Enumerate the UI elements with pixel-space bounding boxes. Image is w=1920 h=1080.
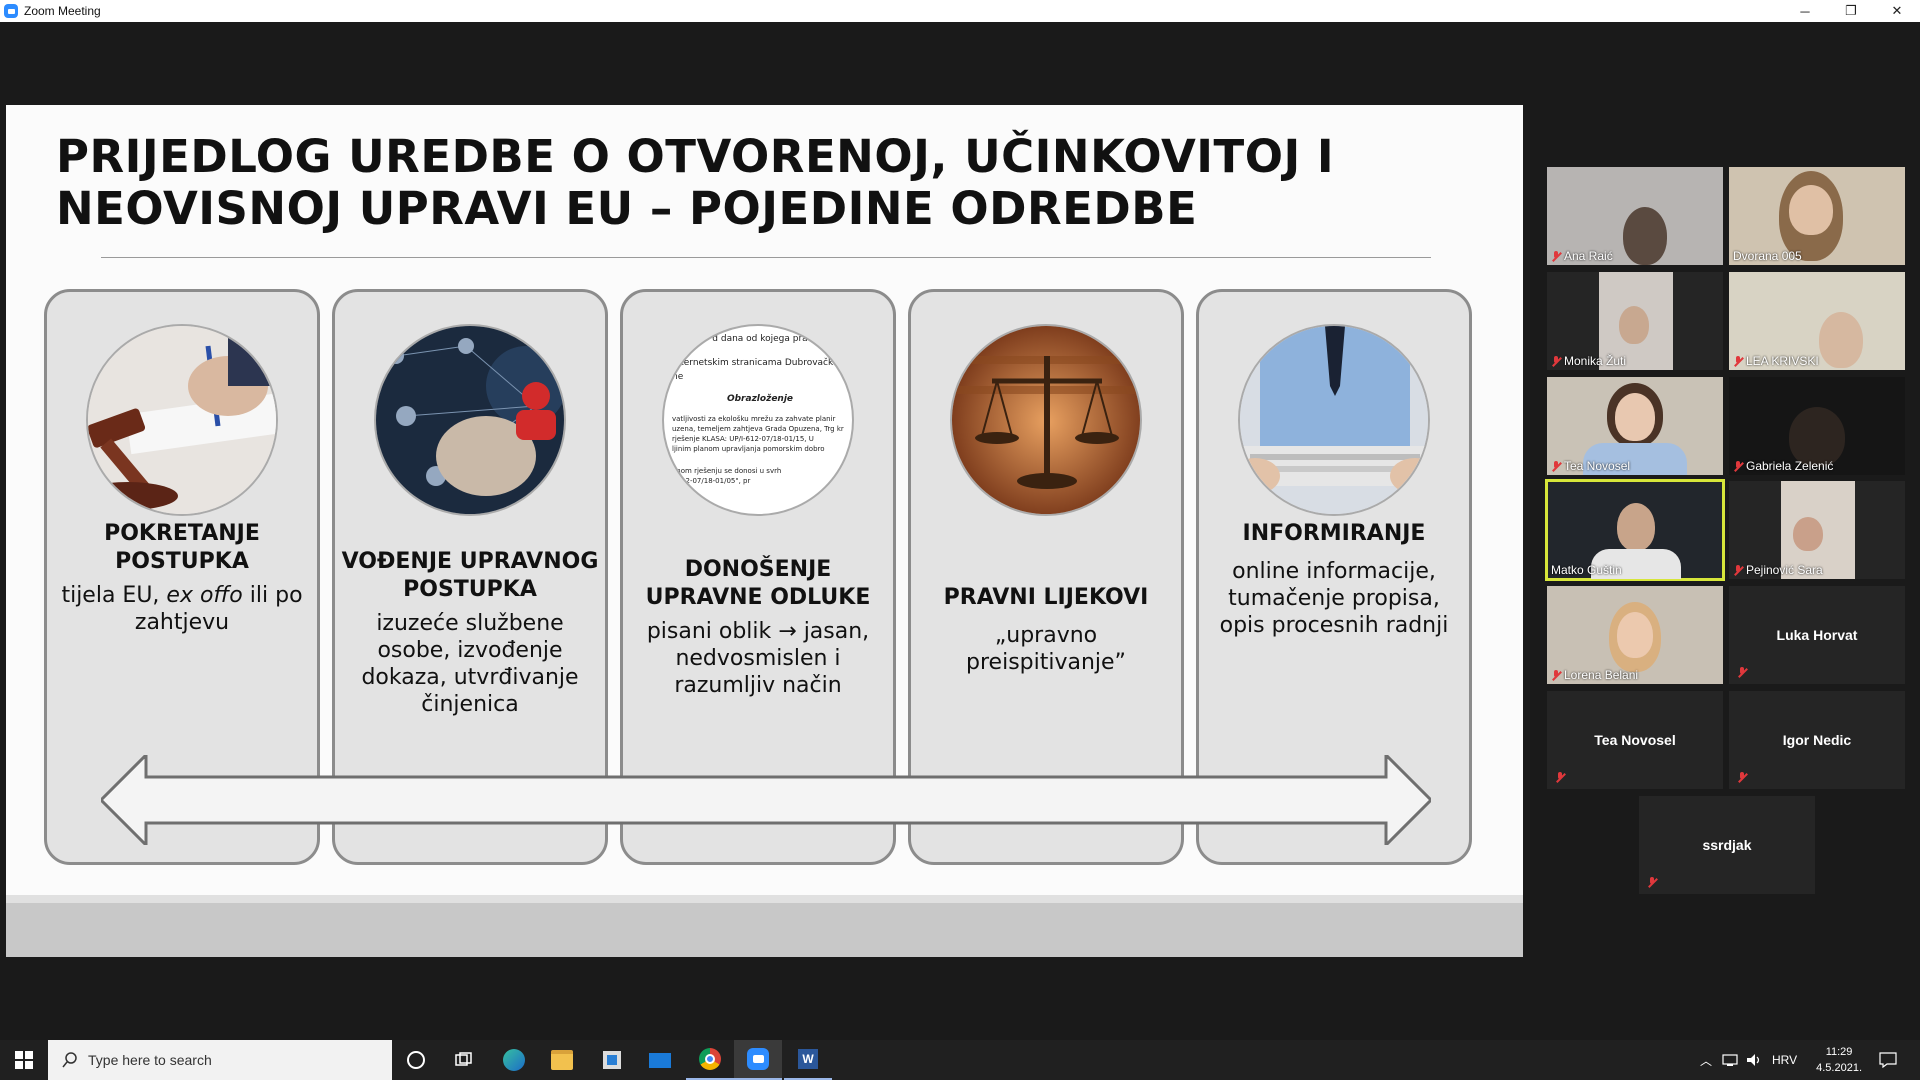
panel-text: online informacije, tumačenje propisa, o… xyxy=(1219,559,1449,638)
participant-tile[interactable]: Ana Raić xyxy=(1547,167,1723,265)
taskbar-search-box[interactable]: Type here to search xyxy=(48,1040,392,1080)
chrome-icon[interactable] xyxy=(686,1040,734,1080)
panel-heading: POKRETANJE POSTUPKA xyxy=(104,521,260,574)
mic-muted-icon xyxy=(1551,250,1561,262)
file-explorer-icon[interactable] xyxy=(538,1040,586,1080)
start-button[interactable] xyxy=(0,1040,48,1080)
mic-muted-icon xyxy=(1733,460,1743,472)
mic-muted-icon xyxy=(1551,355,1561,367)
gavel-signing-image xyxy=(86,324,278,516)
task-view-icon[interactable] xyxy=(440,1040,488,1080)
panel-text: izuzeće službene osobe, izvođenje dokaza… xyxy=(361,611,579,717)
edge-icon[interactable] xyxy=(490,1040,538,1080)
shared-screen: PRIJEDLOG UREDBE O OTVORENOJ, UČINKOVITO… xyxy=(6,105,1523,957)
mic-muted-icon xyxy=(1733,564,1743,576)
slide-title-line-1: PRIJEDLOG UREDBE O OTVORENOJ, UČINKOVITO… xyxy=(56,130,1335,183)
documents-handover-image xyxy=(1238,324,1430,516)
search-icon xyxy=(62,1052,77,1068)
zoom-logo-icon xyxy=(4,4,18,18)
panel-text: tijela EU, ex offo ili po zahtjevu xyxy=(61,583,303,635)
panel-heading: VOĐENJE UPRAVNOG POSTUPKA xyxy=(341,549,599,602)
participant-tile[interactable]: ssrdjak xyxy=(1639,796,1815,894)
clock-time: 11:29 xyxy=(1825,1046,1853,1058)
slide-title: PRIJEDLOG UREDBE O OTVORENOJ, UČINKOVITO… xyxy=(56,131,1356,235)
search-placeholder: Type here to search xyxy=(88,1052,212,1068)
mail-icon[interactable] xyxy=(636,1040,684,1080)
participant-tile-active-speaker[interactable]: Matko Guštin xyxy=(1545,479,1725,581)
network-people-image xyxy=(374,324,566,516)
clock-date: 4.5.2021. xyxy=(1816,1062,1862,1074)
double-arrow-graphic xyxy=(101,755,1431,845)
windows-taskbar: Type here to search W ︿ HRV 11:29 4.5.20… xyxy=(0,1040,1920,1080)
participant-tile[interactable]: Pejinović Sara xyxy=(1729,481,1905,579)
microsoft-store-icon[interactable] xyxy=(588,1040,636,1080)
mic-muted-icon xyxy=(1737,772,1747,783)
windows-logo-icon xyxy=(15,1051,33,1069)
panel-text: „upravno preispitivanje” xyxy=(966,623,1126,675)
notifications-icon[interactable] xyxy=(1864,1040,1912,1080)
participant-tile[interactable]: Monika Žuti xyxy=(1547,272,1723,370)
word-icon[interactable]: W xyxy=(784,1040,832,1080)
system-tray: ︿ HRV xyxy=(1700,1040,1797,1080)
mic-muted-icon xyxy=(1551,669,1561,681)
minimize-button[interactable]: ─ xyxy=(1782,0,1828,22)
network-icon[interactable] xyxy=(1722,1053,1738,1067)
speaker-icon[interactable] xyxy=(1746,1053,1762,1067)
chevron-up-icon[interactable]: ︿ xyxy=(1700,1052,1712,1069)
title-divider xyxy=(101,257,1431,258)
slide-title-line-2: NEOVISNOJ UPRAVI EU – POJEDINE ODREDBE xyxy=(56,182,1198,235)
clock[interactable]: 11:29 4.5.2021. xyxy=(1816,1044,1862,1076)
panel-heading: PRAVNI LIJEKOVI xyxy=(943,585,1149,610)
panel-heading: DONOŠENJE UPRAVNE ODLUKE xyxy=(645,557,871,610)
mic-muted-icon xyxy=(1737,667,1747,678)
language-indicator[interactable]: HRV xyxy=(1772,1053,1797,1067)
cortana-icon[interactable] xyxy=(392,1040,440,1080)
participant-name: Igor Nedic xyxy=(1782,732,1852,748)
participant-tile[interactable]: LEA KRIVSKI xyxy=(1729,272,1905,370)
mic-muted-icon xyxy=(1733,355,1743,367)
participant-name: ssrdjak xyxy=(1702,837,1752,853)
restore-button[interactable]: ❐ xyxy=(1828,0,1874,22)
participant-tile[interactable]: Tea Novosel xyxy=(1547,691,1723,789)
slide-bottom-strip xyxy=(6,895,1523,903)
participant-tile[interactable]: Tea Novosel xyxy=(1547,377,1723,475)
participant-name: Tea Novosel xyxy=(1594,732,1676,748)
participant-tile[interactable]: Gabriela Zelenić xyxy=(1729,377,1905,475)
mic-muted-icon xyxy=(1647,877,1657,888)
participant-tile[interactable]: Lorena Belani xyxy=(1547,586,1723,684)
zoom-app-icon[interactable] xyxy=(734,1040,782,1080)
window-title: Zoom Meeting xyxy=(24,4,101,18)
mic-muted-icon xyxy=(1555,772,1565,783)
panel-heading: INFORMIRANJE xyxy=(1242,521,1426,546)
participant-tile[interactable]: Igor Nedic xyxy=(1729,691,1905,789)
scales-of-justice-image xyxy=(950,324,1142,516)
slide-canvas: PRIJEDLOG UREDBE O OTVORENOJ, UČINKOVITO… xyxy=(6,105,1523,895)
participant-name: Luka Horvat xyxy=(1776,627,1858,643)
participant-tile[interactable]: Dvorana 005 xyxy=(1729,167,1905,265)
mic-muted-icon xyxy=(1551,460,1561,472)
participant-tile[interactable]: Luka Horvat xyxy=(1729,586,1905,684)
window-title-bar: Zoom Meeting ─ ❐ ✕ xyxy=(0,0,1920,22)
close-button[interactable]: ✕ xyxy=(1874,0,1920,22)
document-image: d dana od kojega pra internetskim strani… xyxy=(662,324,854,516)
panel-text: pisani oblik → jasan, nedvosmislen i raz… xyxy=(646,619,870,698)
